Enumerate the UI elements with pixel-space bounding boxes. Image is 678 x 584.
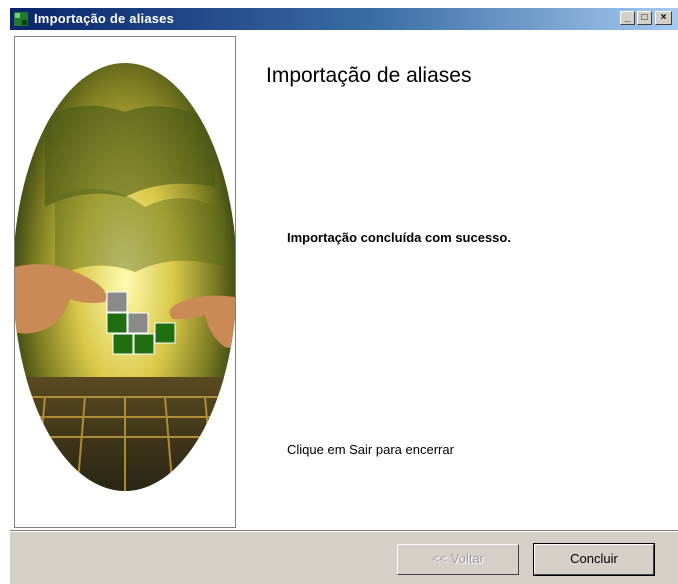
wizard-window: Importação de aliases _ □ × Importação d… — [10, 8, 678, 584]
maximize-button[interactable]: □ — [637, 11, 652, 25]
minimize-button[interactable]: _ — [620, 11, 635, 25]
banner-panel — [14, 36, 236, 528]
success-message: Importação concluída com sucesso. — [287, 230, 511, 245]
wizard-page: Importação de aliases Importação concluí… — [10, 30, 678, 530]
button-bar: << Voltar Concluir — [10, 530, 678, 584]
exit-hint: Clique em Sair para encerrar — [287, 442, 454, 457]
back-button[interactable]: << Voltar — [397, 544, 519, 575]
wizard-banner-image — [15, 63, 235, 491]
app-icon — [14, 12, 28, 26]
title-bar[interactable]: Importação de aliases _ □ × — [10, 8, 678, 30]
close-button[interactable]: × — [655, 11, 672, 25]
window-title: Importação de aliases — [34, 11, 175, 26]
finish-button[interactable]: Concluir — [533, 543, 655, 576]
page-title: Importação de aliases — [266, 64, 472, 87]
